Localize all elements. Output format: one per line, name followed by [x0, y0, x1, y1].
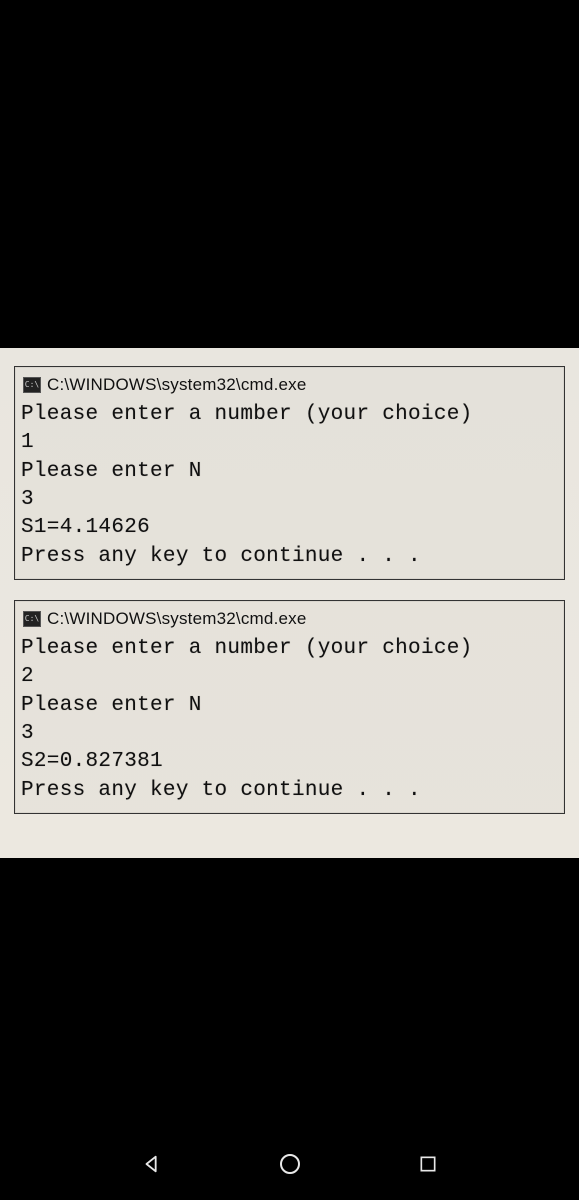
cmd-window-1: C:\ C:\WINDOWS\system32\cmd.exe Please e… [14, 366, 565, 580]
cmd-line: 3 [21, 488, 34, 511]
cmd-line: Please enter N [21, 460, 202, 483]
cmd-title-2: C:\WINDOWS\system32\cmd.exe [47, 609, 307, 629]
nav-back-button[interactable] [138, 1150, 166, 1178]
recent-square-icon [418, 1154, 438, 1174]
cmd-titlebar-2: C:\ C:\WINDOWS\system32\cmd.exe [21, 607, 558, 635]
cmd-output-2: Please enter a number (your choice) 2 Pl… [21, 635, 558, 805]
android-nav-bar [0, 1128, 579, 1200]
cmd-line: Please enter a number (your choice) [21, 403, 473, 426]
cmd-window-2: C:\ C:\WINDOWS\system32\cmd.exe Please e… [14, 600, 565, 814]
nav-recent-button[interactable] [414, 1150, 442, 1178]
nav-home-button[interactable] [276, 1150, 304, 1178]
cmd-line: 2 [21, 665, 34, 688]
home-circle-icon [278, 1152, 302, 1176]
cmd-icon: C:\ [23, 611, 41, 627]
cmd-line: S2=0.827381 [21, 750, 163, 773]
phone-screen: C:\ C:\WINDOWS\system32\cmd.exe Please e… [0, 0, 579, 1200]
cmd-line: 3 [21, 722, 34, 745]
cmd-line: Press any key to continue . . . [21, 779, 421, 802]
cmd-icon: C:\ [23, 377, 41, 393]
cmd-output-1: Please enter a number (your choice) 1 Pl… [21, 401, 558, 571]
cmd-line: S1=4.14626 [21, 516, 150, 539]
cmd-line: Please enter N [21, 694, 202, 717]
screenshot-content: C:\ C:\WINDOWS\system32\cmd.exe Please e… [0, 348, 579, 858]
cmd-title-1: C:\WINDOWS\system32\cmd.exe [47, 375, 307, 395]
back-triangle-icon [141, 1153, 163, 1175]
cmd-line: Press any key to continue . . . [21, 545, 421, 568]
cmd-titlebar-1: C:\ C:\WINDOWS\system32\cmd.exe [21, 373, 558, 401]
cmd-line: 1 [21, 431, 34, 454]
cmd-line: Please enter a number (your choice) [21, 637, 473, 660]
